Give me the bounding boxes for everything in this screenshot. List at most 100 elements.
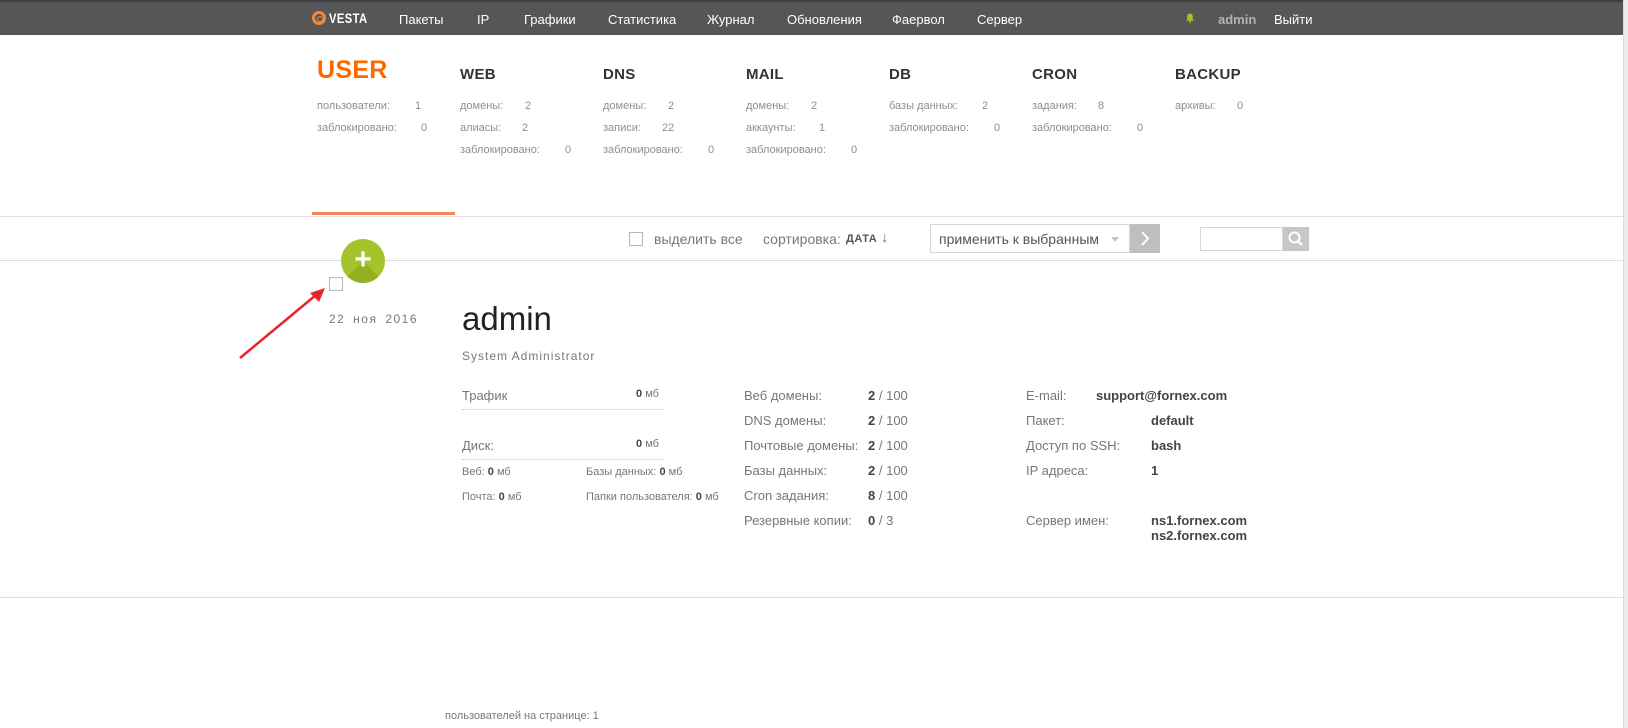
tab-user[interactable]: USER bbox=[317, 56, 388, 85]
tab-title: USER bbox=[317, 56, 388, 84]
limit-used: 8 bbox=[868, 488, 876, 503]
divider bbox=[0, 216, 1623, 217]
sort-value[interactable]: ДАТА bbox=[846, 233, 877, 245]
disk-web-label: Веб: bbox=[462, 466, 485, 478]
traffic-value: 0 мб bbox=[636, 388, 659, 400]
menu-statistics[interactable]: Статистика bbox=[608, 12, 676, 27]
disk-mail: Почта: 0 мб bbox=[462, 491, 522, 503]
limit-used: 2 bbox=[868, 438, 876, 453]
tab-title: DNS bbox=[603, 66, 636, 83]
stat-value: 2 bbox=[668, 100, 675, 112]
logo-text: VESTA bbox=[329, 10, 368, 26]
limit-label: Резервные копии: bbox=[744, 513, 852, 528]
stat-value: 0 bbox=[994, 122, 1001, 134]
limit-max: / 100 bbox=[878, 488, 908, 503]
disk-db: Базы данных: 0 мб bbox=[586, 466, 682, 478]
package-label: Пакет: bbox=[1026, 413, 1065, 428]
tab-dns[interactable]: DNS bbox=[603, 66, 636, 83]
stat-label: алиасы: bbox=[460, 122, 502, 134]
stat-label: записи: bbox=[603, 122, 641, 134]
limit-max: / 3 bbox=[878, 513, 894, 528]
tab-title: BACKUP bbox=[1175, 66, 1241, 83]
stat-label: заблокировано: bbox=[889, 122, 969, 134]
menu-packages[interactable]: Пакеты bbox=[399, 12, 444, 27]
stat-value: 2 bbox=[982, 100, 989, 112]
limit-label: DNS домены: bbox=[744, 413, 827, 428]
unit: мб bbox=[704, 491, 719, 503]
stat-value: 22 bbox=[662, 122, 675, 134]
add-user-button[interactable]: + bbox=[341, 239, 385, 283]
nameserver-label: Сервер имен: bbox=[1026, 513, 1109, 528]
stat-label: заблокировано: bbox=[317, 122, 397, 134]
limit-label: Веб домены: bbox=[744, 388, 822, 403]
vesta-logo[interactable]: VESTA bbox=[312, 10, 377, 26]
limit-used: 2 bbox=[868, 413, 876, 428]
search-button[interactable] bbox=[1283, 227, 1309, 251]
nameserver-1: ns1.fornex.com bbox=[1151, 513, 1248, 528]
stat-value: 0 bbox=[421, 122, 428, 134]
active-tab-indicator bbox=[312, 212, 455, 215]
annotation-arrow-icon bbox=[239, 288, 325, 359]
limit-max: / 100 bbox=[878, 463, 908, 478]
menu-log[interactable]: Журнал bbox=[707, 12, 754, 27]
stat-label: домены: bbox=[460, 100, 504, 112]
traffic-amount: 0 bbox=[636, 388, 643, 400]
row-date: 22 ноя 2016 bbox=[329, 312, 419, 326]
user-role: System Administrator bbox=[462, 349, 596, 363]
disk-value: 0 мб bbox=[636, 438, 659, 450]
disk-db-value: 0 bbox=[659, 466, 666, 478]
menu-firewall[interactable]: Фаервол bbox=[892, 12, 945, 27]
stat-label: заблокировано: bbox=[603, 144, 683, 156]
current-user-link[interactable]: admin bbox=[1218, 12, 1256, 27]
chevron-down-icon bbox=[1111, 237, 1119, 242]
disk-amount: 0 bbox=[636, 438, 643, 450]
scrollbar[interactable] bbox=[1623, 0, 1628, 728]
sort-arrow-icon[interactable]: ↓ bbox=[881, 229, 889, 246]
stat-value: 0 bbox=[851, 144, 858, 156]
tab-title: WEB bbox=[460, 66, 496, 83]
divider bbox=[0, 597, 1623, 598]
dotted-divider bbox=[462, 459, 664, 460]
limit-used: 0 bbox=[868, 513, 876, 528]
sort-label: сортировка: bbox=[763, 231, 841, 247]
unit: мб bbox=[645, 388, 659, 400]
search-icon bbox=[1288, 231, 1303, 246]
tab-backup[interactable]: BACKUP bbox=[1175, 66, 1241, 83]
email-value: support@fornex.com bbox=[1096, 388, 1228, 403]
user-name[interactable]: admin bbox=[462, 300, 552, 338]
stat-label: архивы: bbox=[1175, 100, 1216, 112]
stat-label: заблокировано: bbox=[1032, 122, 1112, 134]
menu-server[interactable]: Сервер bbox=[977, 12, 1022, 27]
unit: мб bbox=[507, 491, 522, 503]
tab-web[interactable]: WEB bbox=[460, 66, 496, 83]
menu-graphs[interactable]: Графики bbox=[524, 12, 576, 27]
tab-cron[interactable]: CRON bbox=[1032, 66, 1077, 83]
stat-value: 2 bbox=[811, 100, 818, 112]
menu-ip[interactable]: IP bbox=[477, 12, 489, 27]
stat-label: базы данных: bbox=[889, 100, 959, 112]
tab-mail[interactable]: MAIL bbox=[746, 66, 784, 83]
limit-max: / 100 bbox=[878, 388, 908, 403]
nameserver-2: ns2.fornex.com bbox=[1151, 528, 1248, 543]
disk-userdir-value: 0 bbox=[695, 491, 702, 503]
disk-web-value: 0 bbox=[487, 466, 494, 478]
limit-max: / 100 bbox=[878, 438, 908, 453]
logout-link[interactable]: Выйти bbox=[1274, 12, 1313, 27]
dotted-divider bbox=[462, 409, 664, 410]
apply-bulk-button[interactable] bbox=[1130, 224, 1160, 253]
disk-db-label: Базы данных: bbox=[586, 466, 657, 478]
bell-icon[interactable] bbox=[1185, 13, 1195, 23]
tab-db[interactable]: DB bbox=[889, 66, 911, 83]
ssh-label: Доступ по SSH: bbox=[1026, 438, 1121, 453]
stat-label: пользователи: bbox=[317, 100, 390, 112]
disk-label: Диск: bbox=[462, 438, 494, 453]
ssh-value: bash bbox=[1151, 438, 1182, 453]
menu-updates[interactable]: Обновления bbox=[787, 12, 862, 27]
select-all-label[interactable]: выделить все bbox=[654, 231, 743, 247]
search-input[interactable] bbox=[1200, 227, 1283, 251]
select-all-checkbox[interactable] bbox=[629, 232, 643, 246]
users-per-page: пользователей на странице: 1 bbox=[445, 710, 599, 722]
bulk-action-select[interactable]: применить к выбранным bbox=[930, 224, 1130, 253]
stat-label: задания: bbox=[1032, 100, 1077, 112]
tab-title: MAIL bbox=[746, 66, 784, 83]
